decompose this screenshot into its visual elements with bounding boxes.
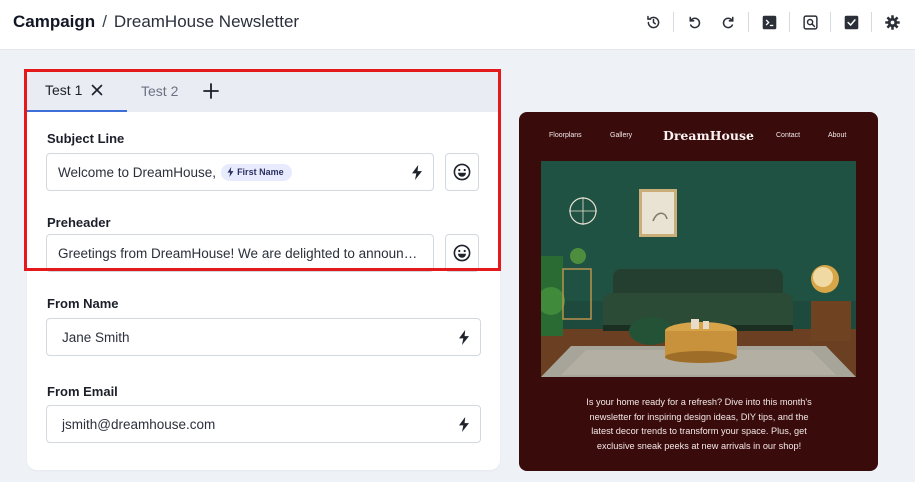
test-tabs: Test 1 Test 2 xyxy=(27,70,500,112)
token-label: First Name xyxy=(237,167,284,177)
breadcrumb-campaign-link[interactable]: Campaign xyxy=(13,12,95,31)
from-email-input[interactable]: jsmith@dreamhouse.com xyxy=(46,405,481,443)
tab-label: Test 1 xyxy=(45,82,83,98)
first-name-token[interactable]: First Name xyxy=(221,163,292,181)
page-title: DreamHouse Newsletter xyxy=(113,12,300,31)
redo-button[interactable] xyxy=(714,9,742,35)
toolbar-divider xyxy=(673,12,674,32)
email-settings-card: Test 1 Test 2 Subject Line Welcome to Dr… xyxy=(27,70,500,470)
from-name-label: From Name xyxy=(47,296,119,311)
preview-body-line: Is your home ready for a refresh? Dive i… xyxy=(586,397,812,407)
lightning-icon[interactable] xyxy=(411,165,423,180)
preview-nav-about[interactable]: About xyxy=(828,132,846,139)
emoji-icon xyxy=(453,163,471,181)
preheader-emoji-button[interactable] xyxy=(445,234,479,272)
preview-body-text: Is your home ready for a refresh? Dive i… xyxy=(549,395,849,453)
lightning-icon xyxy=(227,167,234,177)
preview-body-line: newsletter for inspiring design ideas, D… xyxy=(589,411,809,422)
living-room-image xyxy=(541,161,856,377)
toolbar xyxy=(636,9,909,35)
undo-button[interactable] xyxy=(680,9,708,35)
preview-nav-gallery[interactable]: Gallery xyxy=(610,132,632,139)
close-icon[interactable] xyxy=(91,84,103,96)
from-email-label: From Email xyxy=(47,384,118,399)
subject-line-label: Subject Line xyxy=(47,131,125,146)
tab-test-1[interactable]: Test 1 xyxy=(27,70,127,112)
add-tab-icon[interactable] xyxy=(202,82,220,100)
toolbar-divider xyxy=(789,12,790,32)
preview-logo: DreamHouse xyxy=(663,128,754,143)
email-preview: Floorplans Gallery Contact About DreamHo… xyxy=(519,112,878,471)
emoji-icon xyxy=(453,244,471,262)
tab-test-2[interactable]: Test 2 xyxy=(141,70,178,112)
toolbar-divider xyxy=(830,12,831,32)
terminal-icon xyxy=(762,15,776,29)
settings-icon xyxy=(884,14,900,30)
toolbar-divider xyxy=(871,12,872,32)
save-button[interactable] xyxy=(837,9,865,35)
settings-button[interactable] xyxy=(878,9,906,35)
subject-emoji-button[interactable] xyxy=(445,153,479,191)
undo-icon xyxy=(688,16,700,28)
lightning-icon[interactable] xyxy=(458,330,470,345)
breadcrumb-separator: / xyxy=(102,12,107,31)
history-button[interactable] xyxy=(639,9,667,35)
preview-icon xyxy=(802,14,818,30)
save-icon xyxy=(844,15,858,29)
history-icon xyxy=(646,15,659,28)
breadcrumb: Campaign / DreamHouse Newsletter xyxy=(13,12,299,32)
top-bar: Campaign / DreamHouse Newsletter xyxy=(0,0,915,50)
preheader-value: Greetings from DreamHouse! We are deligh… xyxy=(58,245,423,261)
subject-line-input[interactable]: Welcome to DreamHouse, First Name xyxy=(46,153,434,191)
tab-label: Test 2 xyxy=(141,83,179,99)
preview-button[interactable] xyxy=(796,9,824,35)
preheader-input[interactable]: Greetings from DreamHouse! We are deligh… xyxy=(46,234,434,272)
from-name-value: Jane Smith xyxy=(62,329,130,345)
from-name-input[interactable]: Jane Smith xyxy=(46,318,481,356)
preview-body-line: exclusive sneak peeks at new arrivals in… xyxy=(596,440,802,451)
preheader-label: Preheader xyxy=(47,215,111,230)
redo-icon xyxy=(722,16,734,28)
toolbar-divider xyxy=(748,12,749,32)
from-email-value: jsmith@dreamhouse.com xyxy=(62,416,216,432)
preview-nav-contact[interactable]: Contact xyxy=(776,132,800,139)
lightning-icon[interactable] xyxy=(458,417,470,432)
terminal-button[interactable] xyxy=(755,9,783,35)
subject-line-value: Welcome to DreamHouse, xyxy=(58,164,217,180)
preview-nav-floorplans[interactable]: Floorplans xyxy=(549,132,582,139)
preview-body-line: latest decor trends to transform your sp… xyxy=(591,426,807,436)
